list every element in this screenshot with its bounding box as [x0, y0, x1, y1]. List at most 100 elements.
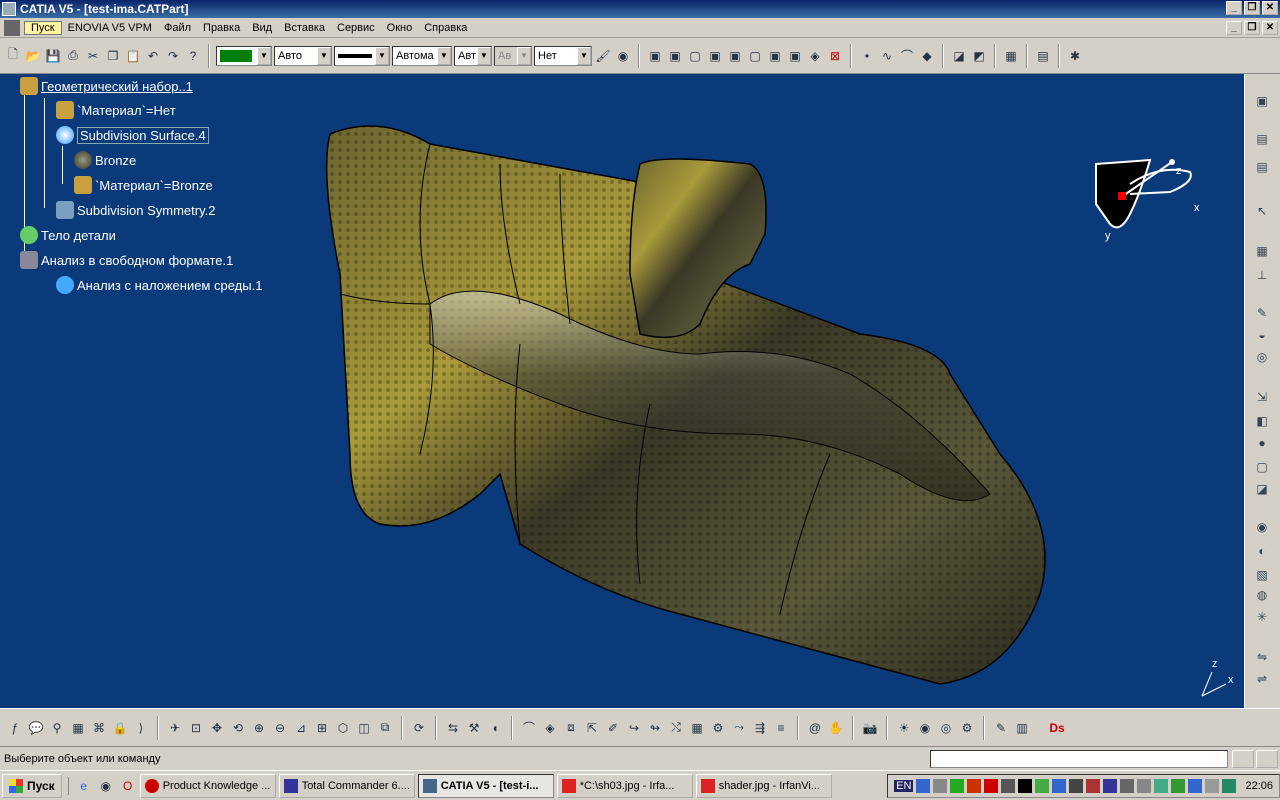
menu-tools[interactable]: Сервис [331, 22, 381, 34]
sphere-icon[interactable]: ● [1253, 436, 1271, 454]
open-icon[interactable]: 📂 [24, 47, 42, 65]
clock[interactable]: 22:06 [1245, 780, 1273, 792]
no-shading-icon[interactable]: ⊠ [826, 47, 844, 65]
copy-icon[interactable]: ❐ [104, 47, 122, 65]
rendering-style-combo[interactable]: Ав ▼ [494, 45, 532, 66]
doc-minimize-button[interactable]: _ [1226, 21, 1242, 35]
catalog-icon[interactable]: ▦ [1002, 47, 1020, 65]
chevron-down-icon[interactable]: ▼ [375, 46, 389, 65]
zoom-out-icon[interactable]: ⊖ [271, 719, 289, 737]
task-irfanview-shader[interactable]: shader.jpg - IrfanVi... [695, 773, 832, 798]
tree-item-part-body[interactable]: Тело детали [20, 223, 116, 247]
alert-icon[interactable] [984, 778, 999, 793]
split-icon[interactable]: ⤭ [667, 719, 685, 737]
lock-icon[interactable]: 🔒 [111, 719, 129, 737]
close-button[interactable]: ✕ [1262, 1, 1278, 15]
point-style-combo[interactable]: Авт ▼ [454, 45, 492, 66]
sketch-icon[interactable]: ✎ [1253, 306, 1271, 324]
menu-enovia[interactable]: ENOVIA V5 VPM [62, 22, 158, 34]
grid-tool-icon[interactable]: ▦ [688, 719, 706, 737]
task-total-commander[interactable]: Total Commander 6.... [278, 773, 415, 798]
chevron-down-icon[interactable]: ▼ [437, 46, 451, 65]
measure-icon[interactable]: ⇲ [1253, 390, 1271, 408]
tree-item-material-none[interactable]: `Материал`=Нет [56, 98, 176, 122]
task-catia[interactable]: CATIA V5 - [test-i... [417, 773, 554, 798]
zoom-in-icon[interactable]: ⊕ [250, 719, 268, 737]
wireframe-icon[interactable]: ▢ [686, 47, 704, 65]
menu-insert[interactable]: Вставка [278, 22, 331, 34]
camera-icon[interactable]: 📷 [861, 719, 879, 737]
update-icon[interactable]: ⟳ [410, 719, 428, 737]
macro-icon[interactable]: ⟩ [132, 719, 150, 737]
hammer-icon[interactable]: ⚒ [465, 719, 483, 737]
chevron-down-icon[interactable]: ▼ [257, 46, 271, 65]
analysis-icon[interactable]: ◪ [950, 47, 968, 65]
pan-icon[interactable]: ✥ [208, 719, 226, 737]
doc-restore-button[interactable]: ❐ [1244, 21, 1260, 35]
table-icon[interactable]: ▦ [69, 719, 87, 737]
arc-icon[interactable]: ⌒ [898, 47, 916, 65]
print-icon[interactable]: ⎙ [64, 47, 82, 65]
sketch-tool-icon[interactable]: ✎ [992, 719, 1010, 737]
cmd-icon[interactable] [1018, 778, 1033, 793]
bluetooth-icon[interactable] [1052, 778, 1067, 793]
offset-icon[interactable]: ⇶ [751, 719, 769, 737]
render-icon[interactable]: ▣ [786, 47, 804, 65]
opera-icon[interactable]: O [119, 777, 137, 795]
move-icon[interactable]: ⇱ [583, 719, 601, 737]
tree-item-environment-mapping[interactable]: Анализ с наложением среды.1 [56, 273, 262, 297]
globe-icon[interactable]: ◉ [1253, 520, 1271, 538]
gear-icon[interactable]: ⚙ [958, 719, 976, 737]
minimize-button[interactable]: _ [1226, 1, 1242, 15]
undo-icon[interactable]: ↶ [144, 47, 162, 65]
clock-tray-icon[interactable] [1137, 778, 1152, 793]
line-type-combo[interactable]: Автома ▼ [392, 45, 452, 66]
antivirus-icon[interactable] [967, 778, 982, 793]
axis-icon[interactable]: ⊥ [1253, 268, 1271, 286]
window-titlebar[interactable]: CATIA V5 - [test-ima.CATPart] _ ❐ ✕ [0, 0, 1280, 18]
open-body-icon[interactable]: ▤ [1253, 132, 1271, 150]
spiral-icon[interactable]: @ [806, 719, 824, 737]
material-icon[interactable]: ◉ [614, 47, 632, 65]
point-icon[interactable]: • [858, 47, 876, 65]
menu-edit[interactable]: Правка [197, 22, 246, 34]
chevron-down-icon[interactable]: ▼ [317, 46, 331, 65]
bend-icon[interactable]: ↪ [625, 719, 643, 737]
tree-item-subdivision-symmetry[interactable]: Subdivision Symmetry.2 [56, 198, 215, 222]
curvature-icon[interactable]: ◩ [970, 47, 988, 65]
redo-icon[interactable]: ↷ [164, 47, 182, 65]
transform-icon[interactable]: ▦ [1253, 244, 1271, 262]
scene-icon[interactable]: ◉ [916, 719, 934, 737]
volume-icon[interactable] [1120, 778, 1135, 793]
tree-item-freestyle-analysis[interactable]: Анализ в свободном формате.1 [20, 248, 233, 272]
cut-icon[interactable]: ✂ [84, 47, 102, 65]
monitor-icon[interactable] [933, 778, 948, 793]
plane-icon[interactable]: ◧ [1253, 414, 1271, 432]
ie-icon[interactable]: e [75, 777, 93, 795]
task-product-knowledge[interactable]: Product Knowledge ... [139, 773, 276, 798]
filter-icon[interactable]: ▤ [1034, 47, 1052, 65]
chart-icon[interactable]: ▥ [1013, 719, 1031, 737]
mirror-icon[interactable]: ◪ [1253, 482, 1271, 500]
customize-view-icon[interactable]: ▣ [766, 47, 784, 65]
chevron-down-icon[interactable]: ▼ [517, 46, 531, 65]
line-weight-combo[interactable]: ▼ [334, 45, 390, 66]
new-icon[interactable]: 🗋 [4, 47, 22, 65]
perspective-icon[interactable]: ◈ [806, 47, 824, 65]
language-indicator[interactable]: EN [894, 779, 914, 792]
menu-view[interactable]: Вид [246, 22, 278, 34]
arc-tool-icon[interactable]: ⌒ [520, 719, 538, 737]
chevron-down-icon[interactable]: ▼ [577, 46, 591, 65]
knowledge-icon[interactable]: ⚲ [48, 719, 66, 737]
sweep-icon[interactable]: ⤳ [730, 719, 748, 737]
save-icon[interactable]: 💾 [44, 47, 62, 65]
layers-icon[interactable]: ≡ [772, 719, 790, 737]
network-icon[interactable] [916, 778, 931, 793]
tree-item-subdivision-surface[interactable]: Subdivision Surface.4 [56, 123, 209, 147]
whats-this-icon[interactable]: ? [184, 47, 202, 65]
shading-edges-icon[interactable]: ▣ [666, 47, 684, 65]
shooting-icon[interactable]: ◎ [937, 719, 955, 737]
3d-viewport[interactable]: Геометрический набор..1 `Материал`=Нет S… [0, 74, 1244, 708]
shading-hidden-icon[interactable]: ▣ [706, 47, 724, 65]
app-tray-icon[interactable] [950, 778, 965, 793]
